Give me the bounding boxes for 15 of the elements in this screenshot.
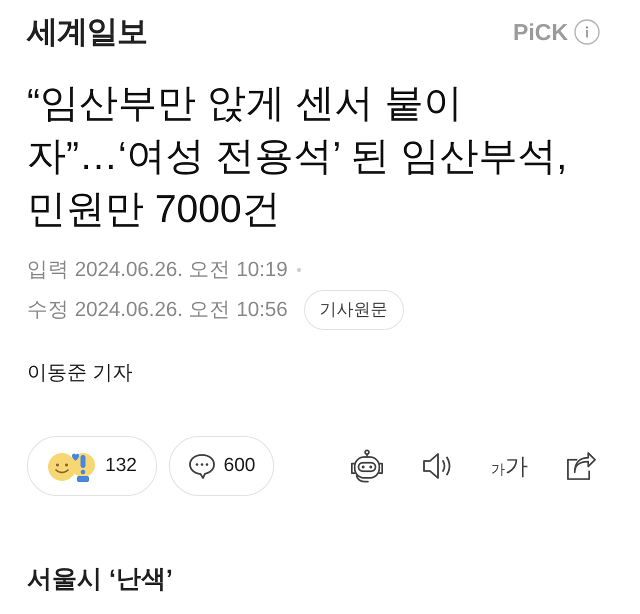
pick-label: PiCK	[513, 18, 568, 47]
exclamation-icon	[71, 450, 96, 482]
timestamp-text: 입력 2024.06.26. 오전 10:19	[27, 256, 288, 283]
share-icon[interactable]	[565, 452, 596, 480]
timestamp-text: 수정 2024.06.26. 오전 10:56	[27, 296, 288, 323]
original-article-button[interactable]: 기사원문	[304, 290, 404, 330]
reporter-byline: 이동준 기자	[27, 361, 134, 386]
speech-bubble-icon	[188, 453, 216, 479]
section-subheading: 서울시 ‘난색’	[27, 564, 174, 595]
comment-button[interactable]: 600	[169, 436, 274, 496]
article-headline: “임산부만 앉게 센서 붙이 자”…‘여성 전용석’ 된 임산부석, 민원만 7000건	[27, 81, 568, 233]
publisher-logo[interactable]: 세계일보	[27, 13, 147, 51]
reaction-button[interactable]: 132	[27, 436, 157, 496]
robot-icon[interactable]	[349, 448, 385, 484]
font-size-button[interactable]: 가가	[491, 454, 528, 478]
